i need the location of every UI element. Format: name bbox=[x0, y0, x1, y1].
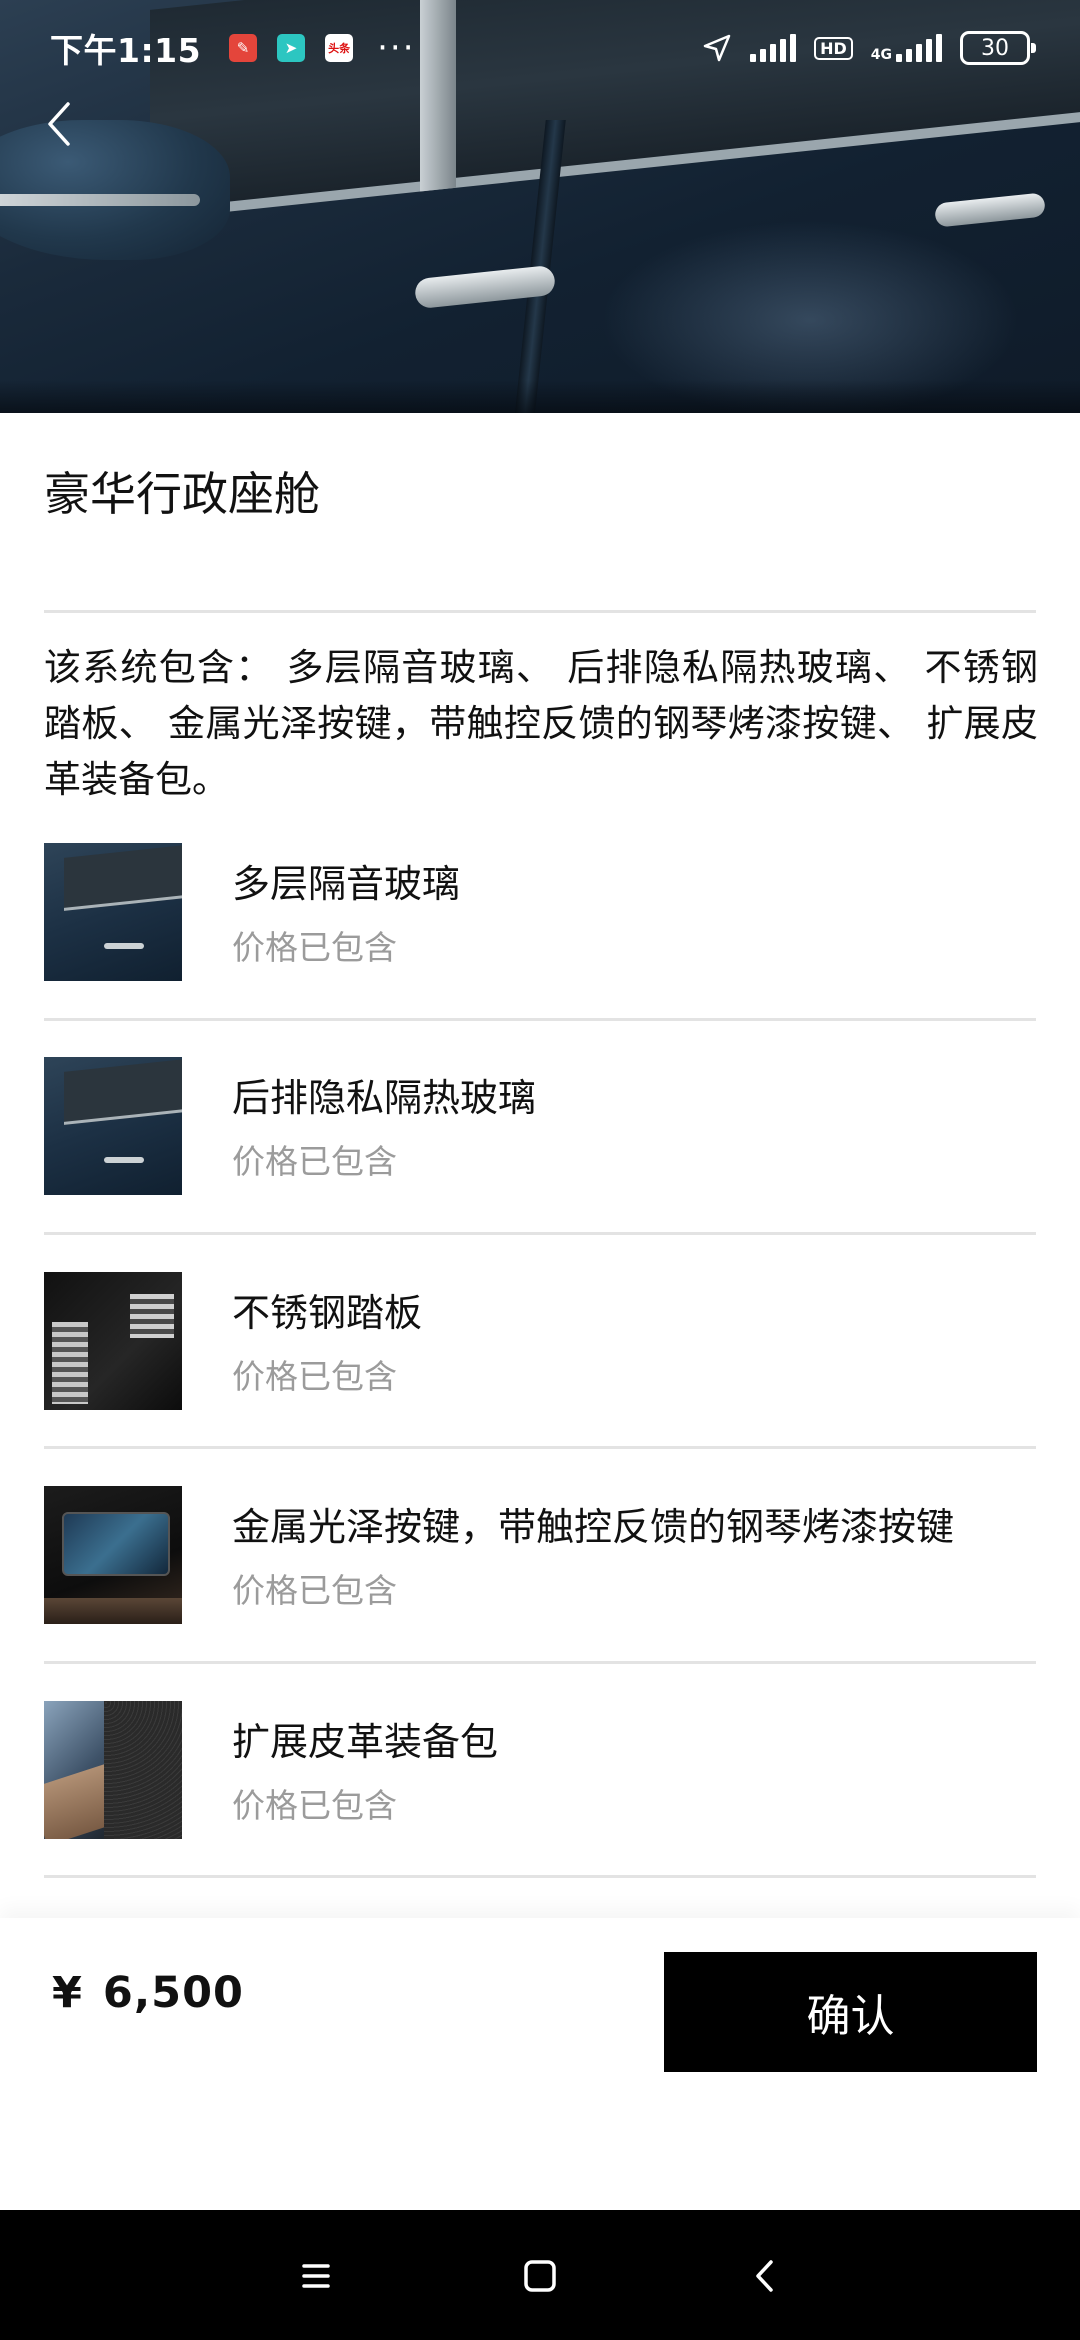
list-item: 金属光泽按键，带触控反馈的钢琴烤漆按键 价格已包含 bbox=[44, 1486, 1036, 1626]
divider bbox=[44, 1661, 1036, 1664]
item-thumbnail bbox=[44, 1701, 182, 1839]
divider bbox=[44, 610, 1036, 613]
home-icon[interactable] bbox=[514, 2250, 566, 2302]
item-name: 扩展皮革装备包 bbox=[232, 1720, 499, 1764]
item-thumbnail bbox=[44, 1272, 182, 1410]
divider bbox=[44, 1018, 1036, 1021]
location-icon bbox=[703, 34, 731, 62]
divider bbox=[44, 1232, 1036, 1235]
list-item: 多层隔音玻璃 价格已包含 bbox=[44, 843, 1036, 983]
back-icon[interactable] bbox=[40, 98, 90, 150]
item-name: 不锈钢踏板 bbox=[232, 1291, 423, 1335]
divider bbox=[44, 1875, 1036, 1878]
price-value: 6,500 bbox=[102, 1968, 244, 2018]
side-mirror-graphic bbox=[0, 120, 230, 260]
network-type-label: 4G bbox=[870, 47, 892, 63]
divider bbox=[44, 1446, 1036, 1449]
item-price-status: 价格已包含 bbox=[232, 1142, 397, 1181]
item-price-status: 价格已包含 bbox=[232, 1357, 397, 1396]
status-time: 下午1:15 bbox=[50, 31, 202, 70]
currency-symbol: ¥ bbox=[52, 1968, 83, 2018]
signal-4g-icon bbox=[896, 34, 942, 62]
item-price-status: 价格已包含 bbox=[232, 1571, 397, 1610]
system-nav-bar bbox=[0, 2210, 1080, 2340]
bottom-action-bar: ¥6,500 确认 bbox=[0, 1918, 1080, 2210]
hd-icon: HD bbox=[814, 36, 853, 60]
item-name: 多层隔音玻璃 bbox=[232, 862, 461, 906]
page-title: 豪华行政座舱 bbox=[44, 467, 320, 521]
list-item: 扩展皮革装备包 价格已包含 bbox=[44, 1701, 1036, 1841]
item-price-status: 价格已包含 bbox=[232, 1786, 397, 1825]
battery-icon: 30 bbox=[960, 31, 1036, 65]
status-bar: 下午1:15 ✎ ➤ 头条 ··· HD 4G 30 bbox=[0, 0, 1080, 96]
confirm-button[interactable]: 确认 bbox=[664, 1952, 1037, 2072]
item-thumbnail bbox=[44, 1486, 182, 1624]
send-app-icon: ➤ bbox=[277, 34, 306, 62]
item-name: 金属光泽按键，带触控反馈的钢琴烤漆按键 bbox=[232, 1505, 955, 1549]
menu-icon[interactable] bbox=[290, 2250, 342, 2302]
item-name: 后排隐私隔热玻璃 bbox=[232, 1076, 537, 1120]
back-nav-icon[interactable] bbox=[740, 2250, 792, 2302]
item-thumbnail bbox=[44, 843, 182, 981]
notification-icons: ✎ ➤ 头条 bbox=[229, 34, 354, 62]
signal-icon bbox=[750, 34, 797, 62]
list-item: 不锈钢踏板 价格已包含 bbox=[44, 1272, 1036, 1412]
news-app-icon: 头条 bbox=[325, 34, 354, 62]
list-item: 后排隐私隔热玻璃 价格已包含 bbox=[44, 1057, 1036, 1197]
total-price: ¥6,500 bbox=[52, 1968, 244, 2018]
package-description: 该系统包含： 多层隔音玻璃、 后排隐私隔热玻璃、 不锈钢踏板、 金属光泽按键，带… bbox=[44, 646, 1038, 801]
item-price-status: 价格已包含 bbox=[232, 928, 397, 967]
notes-app-icon: ✎ bbox=[229, 34, 258, 62]
more-notifications-icon: ··· bbox=[377, 28, 416, 68]
item-thumbnail bbox=[44, 1057, 182, 1195]
